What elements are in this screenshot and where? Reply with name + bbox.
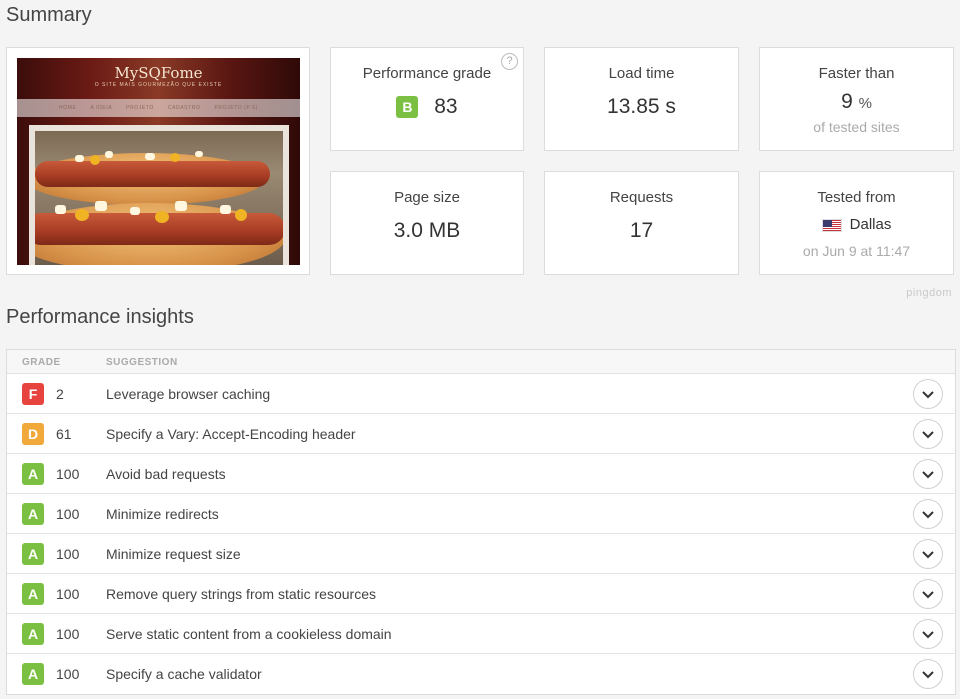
insight-row[interactable]: F 2 Leverage browser caching (7, 374, 955, 414)
tested-from-location-wrap: Dallas (760, 216, 953, 233)
chevron-down-icon[interactable] (913, 619, 943, 649)
site-screenshot-nav: HOME A IDEIA PROJETO CADASTRO PROJETO (P… (17, 99, 300, 117)
site-nav-item: PROJETO (126, 105, 154, 111)
chevron-down-icon[interactable] (913, 459, 943, 489)
load-time-card: Load time 13.85 s (544, 47, 739, 151)
grade-badge: A (22, 583, 44, 605)
faster-than-value-wrap: 9 % (760, 90, 953, 114)
insight-row[interactable]: A 100 Avoid bad requests (7, 454, 955, 494)
us-flag-icon (821, 218, 842, 232)
insight-suggestion: Leverage browser caching (106, 386, 271, 402)
grade-badge: A (22, 663, 44, 685)
insight-score: 2 (56, 386, 64, 402)
summary-title: Summary (6, 4, 92, 26)
insights-title: Performance insights (6, 306, 194, 328)
chevron-down-icon[interactable] (913, 419, 943, 449)
performance-grade-label: Performance grade (362, 65, 492, 82)
insight-score: 100 (56, 506, 80, 522)
suggestion-column-header[interactable]: SUGGESTION (106, 357, 178, 368)
insight-suggestion: Minimize redirects (106, 506, 219, 522)
grade-badge: F (22, 383, 44, 405)
grade-badge: A (22, 463, 44, 485)
insight-suggestion: Specify a cache validator (106, 666, 262, 682)
site-nav-item: CADASTRO (167, 105, 201, 111)
insights-table-header: GRADE SUGGESTION (7, 350, 955, 374)
performance-grade-value: B 83 (331, 95, 523, 119)
requests-card: Requests 17 (544, 171, 739, 275)
insights-rows: F 2 Leverage browser caching D 61 Specify a V… (7, 374, 955, 694)
insight-suggestion: Minimize request size (106, 546, 241, 562)
insight-score: 100 (56, 546, 80, 562)
requests-value: 17 (629, 219, 654, 242)
site-nav-item: PROJETO (P.S) (214, 105, 258, 111)
site-nav-item: HOME (59, 105, 77, 111)
faster-than-sub: of tested sites (813, 119, 900, 135)
hotdog-photo (35, 131, 283, 265)
chevron-down-icon[interactable] (913, 499, 943, 529)
grade-badge: A (22, 623, 44, 645)
site-screenshot: MySQFome O SITE MAIS GOURMEZÃO QUE EXIST… (17, 58, 300, 265)
site-screenshot-title: MySQFome (114, 64, 203, 82)
insight-suggestion: Remove query strings from static resourc… (106, 586, 376, 602)
insight-row[interactable]: D 61 Specify a Vary: Accept-Encoding heade… (7, 414, 955, 454)
chevron-down-icon[interactable] (913, 379, 943, 409)
load-time-label: Load time (608, 65, 675, 82)
load-time-value: 13.85 s (607, 95, 676, 118)
insight-row[interactable]: A 100 Minimize redirects (7, 494, 955, 534)
requests-label: Requests (609, 189, 674, 206)
site-screenshot-card: MySQFome O SITE MAIS GOURMEZÃO QUE EXIST… (6, 47, 310, 275)
insight-row[interactable]: A 100 Minimize request size (7, 534, 955, 574)
faster-than-value: 9 (841, 90, 853, 113)
pingdom-logo: pingdom (906, 287, 952, 299)
insight-suggestion: Serve static content from a cookieless d… (106, 626, 392, 642)
faster-than-unit: % (858, 95, 872, 112)
tested-from-card: Tested from Dallas on Jun 9 at 11:47 (759, 171, 954, 275)
performance-score: 83 (434, 95, 458, 119)
tested-from-location: Dallas (849, 216, 892, 233)
insight-score: 100 (56, 586, 80, 602)
insight-score: 100 (56, 666, 80, 682)
grade-badge: A (22, 543, 44, 565)
insight-score: 100 (56, 466, 80, 482)
grade-column-header[interactable]: GRADE (22, 357, 61, 368)
insight-row[interactable]: A 100 Serve static content from a cookiele… (7, 614, 955, 654)
chevron-down-icon[interactable] (913, 539, 943, 569)
tested-from-label: Tested from (817, 189, 896, 206)
page-size-label: Page size (394, 189, 460, 206)
grade-badge: B (396, 96, 419, 119)
hotdog-photo-frame (29, 125, 289, 265)
page-size-value: 3.0 MB (393, 219, 461, 242)
chevron-down-icon[interactable] (913, 659, 943, 689)
insight-row[interactable]: A 100 Specify a cache validator (7, 654, 955, 694)
tested-from-date: on Jun 9 at 11:47 (802, 243, 911, 259)
chevron-down-icon[interactable] (913, 579, 943, 609)
insight-suggestion: Specify a Vary: Accept-Encoding header (106, 426, 356, 442)
faster-than-card: Faster than 9 % of tested sites (759, 47, 954, 151)
faster-than-label: Faster than (818, 65, 895, 82)
grade-badge: D (22, 423, 44, 445)
performance-grade-card: ? Performance grade B 83 (330, 47, 524, 151)
insight-row[interactable]: A 100 Remove query strings from static res… (7, 574, 955, 614)
site-screenshot-tagline: O SITE MAIS GOURMEZÃO QUE EXISTE (94, 82, 223, 88)
insight-score: 61 (56, 426, 72, 442)
insight-suggestion: Avoid bad requests (106, 466, 226, 482)
insight-score: 100 (56, 626, 80, 642)
grade-badge: A (22, 503, 44, 525)
page-size-card: Page size 3.0 MB (330, 171, 524, 275)
site-nav-item: A IDEIA (90, 105, 113, 111)
insights-table: GRADE SUGGESTION F 2 Leverage browser cach… (6, 349, 956, 695)
